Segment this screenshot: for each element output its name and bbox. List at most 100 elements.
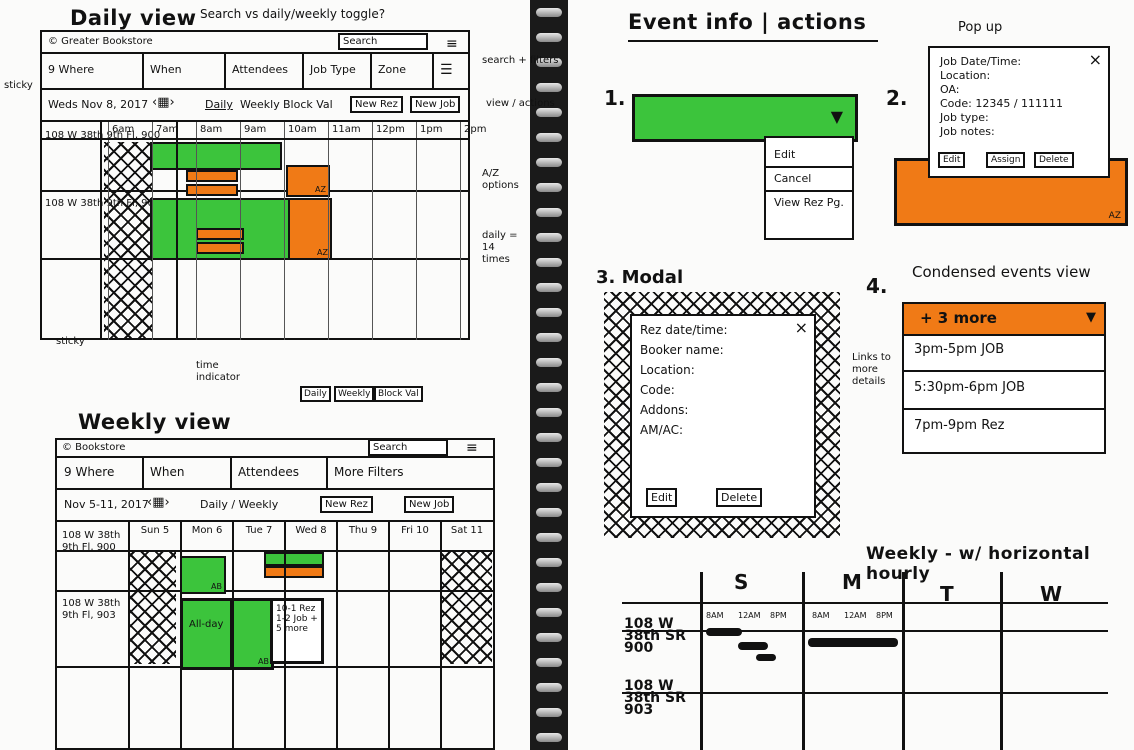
- weekly-toggle[interactable]: Daily / Weekly: [200, 499, 278, 511]
- daily-toggle-block[interactable]: Block Val: [283, 99, 333, 111]
- daily-rez-block[interactable]: AZ: [288, 198, 332, 260]
- menu-item-view-rez[interactable]: View Rez Pg.: [766, 192, 852, 236]
- chevron-down-icon[interactable]: ▼: [1086, 310, 1096, 325]
- daily-filter-2[interactable]: Attendees: [232, 64, 288, 76]
- daily-filter-1[interactable]: When: [150, 64, 182, 76]
- popup-button-0[interactable]: Edit: [938, 152, 966, 168]
- hweekly-event-bar[interactable]: [706, 628, 742, 636]
- weekly-event-block[interactable]: AB: [180, 556, 226, 594]
- weekly-filter-3[interactable]: More Filters: [334, 466, 404, 478]
- time-label: 10am: [288, 124, 317, 135]
- daily-filter-4[interactable]: Zone: [378, 64, 406, 76]
- day-gridline: [336, 520, 338, 750]
- popup-field: OA:: [940, 83, 960, 96]
- more-events-header[interactable]: + 3 more ▼: [904, 304, 1104, 336]
- new-job-button[interactable]: New Job: [404, 496, 455, 513]
- event-popup: × Job Date/Time: Location: OA: Code: 12345 …: [928, 46, 1110, 178]
- step-2-label: 2.: [886, 86, 908, 110]
- daily-filter-3[interactable]: Job Type: [310, 64, 356, 76]
- filter-divider: [230, 456, 232, 488]
- new-rez-button[interactable]: New Rez: [350, 96, 403, 113]
- time-gridline: [416, 122, 417, 340]
- step-3-label: 3. Modal: [596, 267, 684, 288]
- note-daily-times: daily = 14 times: [482, 230, 518, 265]
- popup-field: Job type:: [940, 111, 989, 124]
- mini-toggle-0[interactable]: Daily: [300, 386, 331, 402]
- time-indicator-line: [176, 122, 178, 340]
- weekly-day-5: Fri 10: [401, 525, 429, 536]
- time-label: 7am: [156, 124, 179, 135]
- weekly-filter-2[interactable]: Attendees: [238, 466, 299, 478]
- daily-filter-0[interactable]: 9 Where: [48, 64, 94, 76]
- day-gridline: [440, 520, 442, 750]
- more-events-cell[interactable]: 10-1 Rez 1-2 Job + 5 more: [270, 598, 324, 664]
- day-gridline: [388, 520, 390, 750]
- weekly-job-bar[interactable]: [264, 566, 324, 578]
- weekly-search-input[interactable]: Search: [368, 439, 448, 456]
- time-gridline: [108, 122, 109, 340]
- filter-divider: [432, 52, 434, 88]
- allday-event-block[interactable]: All-day: [180, 598, 234, 670]
- new-job-button[interactable]: New Job: [410, 96, 461, 113]
- weekly-event-bar[interactable]: [264, 552, 324, 566]
- menu-item-cancel[interactable]: Cancel: [766, 168, 852, 192]
- daily-date: Weds Nov 8, 2017: [48, 98, 149, 111]
- mini-toggle-1[interactable]: Weekly: [334, 386, 375, 402]
- menu-item-edit[interactable]: Edit: [766, 144, 852, 168]
- popup-button-1[interactable]: Assign: [986, 152, 1026, 168]
- close-icon[interactable]: ×: [1089, 50, 1102, 69]
- hweekly-hour: 8AM: [706, 611, 724, 620]
- popup-field: Job Date/Time:: [940, 55, 1022, 68]
- modal-field: Booker name:: [640, 343, 724, 357]
- day-gridline: [128, 520, 130, 750]
- weekly-day-0: Sun 5: [140, 525, 170, 536]
- sat-unavailable-hatch: [440, 552, 492, 664]
- close-icon[interactable]: ×: [795, 318, 808, 337]
- weekly-filter-0[interactable]: 9 Where: [64, 466, 114, 478]
- hweekly-event-bar[interactable]: [738, 642, 768, 650]
- condensed-title: Condensed events view: [912, 263, 1091, 281]
- menu-icon[interactable]: ≡: [446, 36, 458, 52]
- time-label: 1pm: [420, 124, 443, 135]
- calendar-nav-icon[interactable]: ‹▦›: [147, 495, 170, 510]
- hweekly-day-3: W: [1040, 582, 1063, 606]
- mini-toggle-2[interactable]: Block Val: [374, 386, 423, 402]
- popup-field: Job notes:: [940, 125, 995, 138]
- popup-button-2[interactable]: Delete: [1034, 152, 1074, 168]
- event-actions-title: Event info | actions: [628, 10, 867, 34]
- modal-delete-button[interactable]: Delete: [716, 488, 763, 507]
- popup-field: Location:: [940, 69, 991, 82]
- chevron-down-icon[interactable]: ▼: [831, 107, 843, 126]
- modal-edit-button[interactable]: Edit: [646, 488, 678, 507]
- daily-job-bar[interactable]: [186, 170, 238, 182]
- condensed-item[interactable]: 7pm-9pm Rez: [904, 410, 1104, 448]
- condensed-item[interactable]: 3pm-5pm JOB: [904, 334, 1104, 372]
- time-label: 8am: [200, 124, 223, 135]
- weekly-event-block[interactable]: AB: [230, 598, 274, 670]
- event-modal: × Rez date/time: Booker name: Location: Cod…: [630, 314, 816, 518]
- new-rez-button[interactable]: New Rez: [320, 496, 373, 513]
- note-az-options: A/Z options: [482, 168, 519, 191]
- hweekly-event-bar[interactable]: [808, 638, 898, 647]
- filter-divider: [326, 456, 328, 488]
- notebook-spiral: [530, 0, 568, 750]
- event-action-menu: Edit Cancel View Rez Pg.: [764, 136, 854, 240]
- daily-job-bar[interactable]: [196, 228, 244, 240]
- daily-event-block[interactable]: [150, 142, 282, 170]
- daily-toggle-weekly[interactable]: Weekly: [240, 99, 280, 111]
- condensed-item[interactable]: 5:30pm-6pm JOB: [904, 372, 1104, 410]
- filter-sliders-icon[interactable]: ☰: [440, 62, 453, 78]
- calendar-nav-icon[interactable]: ‹▦›: [152, 95, 175, 110]
- daily-job-bar[interactable]: [186, 184, 238, 196]
- day-gridline: [232, 520, 234, 750]
- menu-icon[interactable]: ≡: [466, 440, 478, 456]
- hweekly-event-bar[interactable]: [756, 654, 776, 661]
- daily-search-input[interactable]: Search: [338, 33, 428, 50]
- event-dropdown-bar[interactable]: ▼: [632, 94, 858, 142]
- daily-toggle-daily[interactable]: Daily: [205, 99, 233, 111]
- hweekly-hour: 12AM: [844, 611, 867, 620]
- weekly-filter-1[interactable]: When: [150, 466, 184, 478]
- daily-rez-block[interactable]: AZ: [286, 165, 330, 197]
- daily-job-bar[interactable]: [196, 242, 244, 254]
- time-label: 2pm: [464, 124, 487, 135]
